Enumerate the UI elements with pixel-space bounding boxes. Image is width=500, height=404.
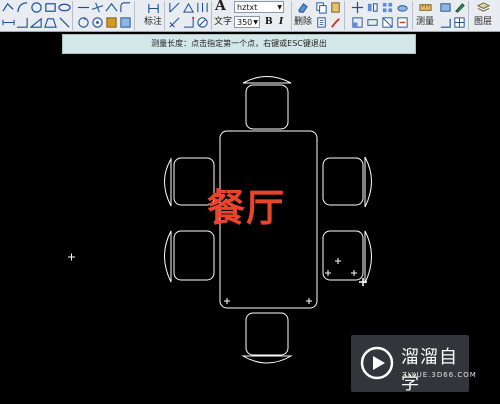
fillet-icon[interactable] bbox=[118, 0, 132, 14]
dim-aligned-icon[interactable] bbox=[167, 0, 181, 14]
chair-bottom[interactable] bbox=[241, 312, 293, 364]
angle-measure-icon[interactable] bbox=[438, 15, 452, 29]
delete-label[interactable]: 删除 bbox=[294, 16, 312, 28]
offset-icon[interactable] bbox=[104, 0, 118, 14]
circle-icon[interactable] bbox=[29, 0, 43, 14]
angle-icon[interactable] bbox=[15, 15, 29, 29]
explode-icon[interactable] bbox=[380, 15, 394, 29]
dim-continue-icon[interactable] bbox=[195, 0, 209, 14]
array-icon[interactable] bbox=[380, 0, 394, 14]
chair-right-lower[interactable] bbox=[322, 230, 372, 284]
layer-label[interactable]: 图层 bbox=[474, 16, 492, 28]
command-prompt: 测量长度：点击指定第一个点，右键或ESC键退出 bbox=[62, 34, 416, 54]
font-size-select[interactable]: 350 ▼ bbox=[234, 16, 260, 28]
line-icon[interactable] bbox=[76, 0, 90, 14]
target-icon[interactable] bbox=[90, 15, 104, 29]
brush-icon[interactable] bbox=[328, 15, 342, 29]
xline-icon[interactable] bbox=[90, 0, 104, 14]
gradient-icon[interactable] bbox=[118, 15, 132, 29]
dimension-icon[interactable] bbox=[146, 1, 160, 15]
toolbar: 标注 A 文字 hztxt ▼ 350 ▼ B I 删除 测量 图层 bbox=[0, 0, 500, 32]
dim-angular-icon[interactable] bbox=[181, 0, 195, 14]
layer-icon[interactable] bbox=[476, 0, 490, 14]
bold-button[interactable]: B bbox=[265, 16, 273, 28]
watermark: 溜溜自学 ZIXUE.3D66.COM bbox=[351, 335, 476, 394]
stretch-icon[interactable] bbox=[365, 15, 379, 29]
chair-top[interactable] bbox=[242, 76, 292, 130]
measure-icon[interactable] bbox=[418, 0, 432, 14]
dim-diameter-icon[interactable] bbox=[181, 15, 195, 29]
no-entry-icon[interactable] bbox=[195, 15, 209, 29]
block-icon[interactable] bbox=[104, 15, 118, 29]
cloud-icon[interactable] bbox=[395, 0, 409, 14]
pencil-icon[interactable] bbox=[452, 0, 466, 14]
mirror-icon[interactable] bbox=[365, 0, 379, 14]
polyline-icon[interactable] bbox=[1, 0, 15, 14]
play-logo-icon bbox=[360, 346, 394, 380]
italic-button[interactable]: I bbox=[279, 16, 283, 28]
document-icon[interactable] bbox=[314, 15, 328, 29]
rectangle-icon[interactable] bbox=[43, 0, 57, 14]
arc-icon[interactable] bbox=[15, 0, 29, 14]
eraser-icon[interactable] bbox=[295, 0, 309, 14]
grid-icon[interactable] bbox=[452, 15, 466, 29]
diagonal-line-icon[interactable] bbox=[57, 15, 71, 29]
text-label[interactable]: 文字 bbox=[214, 16, 232, 28]
trim-icon[interactable] bbox=[395, 15, 409, 29]
copy-icon[interactable] bbox=[314, 0, 328, 14]
room-label[interactable]: 餐厅 bbox=[207, 187, 285, 229]
triangle-icon[interactable] bbox=[29, 15, 43, 29]
move-icon[interactable] bbox=[350, 0, 364, 14]
scale-icon[interactable] bbox=[350, 15, 364, 29]
rotate-icon[interactable] bbox=[76, 15, 90, 29]
measure-label[interactable]: 测量 bbox=[416, 16, 434, 28]
ellipse-icon[interactable] bbox=[57, 0, 71, 14]
area-icon[interactable] bbox=[438, 0, 452, 14]
text-icon[interactable]: A bbox=[215, 0, 226, 13]
dimension-linear-icon[interactable] bbox=[1, 15, 15, 29]
trapezoid-icon[interactable] bbox=[43, 15, 57, 29]
watermark-title: 溜溜自学 bbox=[401, 347, 458, 394]
dim-radius-icon[interactable] bbox=[167, 15, 181, 29]
chair-right-upper[interactable] bbox=[322, 156, 372, 208]
font-name-select[interactable]: hztxt ▼ bbox=[234, 1, 284, 13]
watermark-url: ZIXUE.3D66.COM bbox=[402, 371, 477, 379]
paste-icon[interactable] bbox=[328, 0, 342, 14]
chair-left-lower[interactable] bbox=[164, 230, 215, 283]
annotate-label[interactable]: 标注 bbox=[144, 16, 162, 28]
